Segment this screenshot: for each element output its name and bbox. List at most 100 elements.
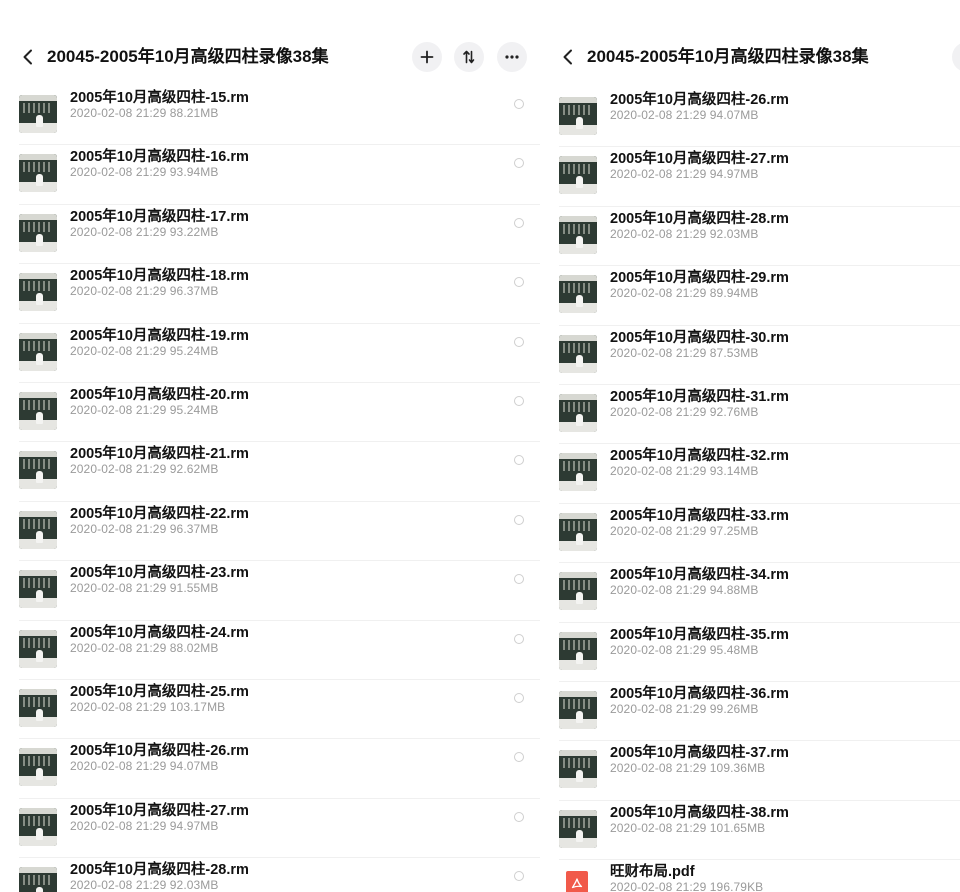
file-meta: 2020-02-08 21:29 92.62MB: [70, 462, 219, 477]
plus-icon: [420, 50, 434, 64]
file-meta: 2020-02-08 21:29 96.37MB: [70, 521, 219, 536]
video-thumbnail-icon: [19, 510, 57, 549]
list-item[interactable]: 2005年10月高级四柱-29.rm 2020-02-08 21:29 89.94…: [540, 266, 960, 326]
file-meta: 2020-02-08 21:29 93.14MB: [610, 464, 759, 479]
select-checkbox[interactable]: [514, 336, 524, 347]
file-meta: 2020-02-08 21:29 94.07MB: [610, 108, 759, 122]
list-item[interactable]: 2005年10月高级四柱-22.rm 2020-02-08 21:29 96.37…: [0, 502, 540, 562]
list-item[interactable]: 2005年10月高级四柱-26.rm 2020-02-08 21:29 94.07…: [0, 739, 540, 799]
file-name: 2005年10月高级四柱-34.rm: [610, 567, 789, 584]
more-button[interactable]: [497, 42, 527, 72]
video-thumbnail-icon: [19, 451, 57, 490]
add-button[interactable]: [952, 42, 960, 72]
file-name: 2005年10月高级四柱-19.rm: [70, 327, 249, 344]
list-item[interactable]: 2005年10月高级四柱-26.rm 2020-02-08 21:29 94.07…: [540, 88, 960, 148]
list-item[interactable]: 2005年10月高级四柱-18.rm 2020-02-08 21:29 96.37…: [0, 264, 540, 324]
list-item[interactable]: 2005年10月高级四柱-23.rm 2020-02-08 21:29 91.55…: [0, 561, 540, 621]
file-name: 2005年10月高级四柱-33.rm: [610, 507, 789, 524]
video-thumbnail-icon: [19, 867, 57, 892]
video-thumbnail-icon: [559, 334, 597, 373]
list-item[interactable]: 2005年10月高级四柱-38.rm 2020-02-08 21:29 101.6…: [540, 801, 960, 861]
file-name: 2005年10月高级四柱-15.rm: [70, 90, 249, 106]
file-meta: 2020-02-08 21:29 109.36MB: [610, 761, 766, 776]
select-checkbox[interactable]: [514, 99, 524, 109]
chevron-left-icon: [563, 49, 572, 65]
file-meta: 2020-02-08 21:29 95.48MB: [610, 642, 759, 657]
file-meta: 2020-02-08 21:29 94.97MB: [70, 818, 219, 833]
file-name: 2005年10月高级四柱-36.rm: [610, 685, 789, 702]
list-item[interactable]: 旺财布局.pdf 2020-02-08 21:29 196.79KB: [540, 860, 960, 892]
video-thumbnail-icon: [559, 631, 597, 670]
list-item[interactable]: 2005年10月高级四柱-33.rm 2020-02-08 21:29 97.25…: [540, 504, 960, 564]
file-meta: 2020-02-08 21:29 94.97MB: [610, 167, 759, 182]
file-name: 2005年10月高级四柱-21.rm: [70, 446, 249, 463]
sort-button[interactable]: [454, 42, 484, 72]
file-browser-left: 20045-2005年10月高级四柱录像38集 2005年10月高级四柱-15.…: [0, 0, 540, 892]
back-button[interactable]: [556, 44, 580, 70]
file-browser-right: 20045-2005年10月高级四柱录像38集 2005年10月高级四柱-26.…: [540, 0, 960, 892]
list-item[interactable]: 2005年10月高级四柱-24.rm 2020-02-08 21:29 88.02…: [0, 621, 540, 680]
list-item[interactable]: 2005年10月高级四柱-20.rm 2020-02-08 21:29 95.24…: [0, 383, 540, 443]
back-button[interactable]: [16, 44, 40, 70]
list-item[interactable]: 2005年10月高级四柱-16.rm 2020-02-08 21:29 93.94…: [0, 145, 540, 205]
top-bar: 20045-2005年10月高级四柱录像38集: [540, 0, 960, 84]
video-thumbnail-icon: [559, 453, 597, 492]
list-item[interactable]: 2005年10月高级四柱-36.rm 2020-02-08 21:29 99.26…: [540, 682, 960, 742]
more-horizontal-icon: [505, 55, 519, 59]
list-item[interactable]: 2005年10月高级四柱-21.rm 2020-02-08 21:29 92.62…: [0, 442, 540, 502]
select-checkbox[interactable]: [514, 514, 524, 525]
select-checkbox[interactable]: [514, 633, 524, 644]
file-name: 2005年10月高级四柱-31.rm: [610, 388, 789, 405]
chevron-left-icon: [23, 49, 32, 65]
select-checkbox[interactable]: [514, 158, 524, 169]
list-item[interactable]: 2005年10月高级四柱-28.rm 2020-02-08 21:29 92.03…: [0, 858, 540, 892]
file-meta: 2020-02-08 21:29 91.55MB: [70, 581, 219, 596]
video-thumbnail-icon: [19, 748, 57, 787]
select-checkbox[interactable]: [514, 692, 524, 703]
video-thumbnail-icon: [19, 391, 57, 430]
select-checkbox[interactable]: [514, 811, 524, 822]
folder-title: 20045-2005年10月高级四柱录像38集: [587, 47, 869, 66]
list-item[interactable]: 2005年10月高级四柱-19.rm 2020-02-08 21:29 95.24…: [0, 324, 540, 383]
video-thumbnail-icon: [19, 688, 57, 727]
file-meta: 2020-02-08 21:29 92.03MB: [70, 878, 219, 892]
list-item[interactable]: 2005年10月高级四柱-15.rm 2020-02-08 21:29 88.21…: [0, 86, 540, 146]
select-checkbox[interactable]: [514, 574, 524, 585]
video-thumbnail-icon: [19, 95, 57, 133]
select-checkbox[interactable]: [514, 871, 524, 882]
file-name: 2005年10月高级四柱-38.rm: [610, 804, 789, 821]
top-bar: 20045-2005年10月高级四柱录像38集: [0, 0, 540, 84]
file-meta: 2020-02-08 21:29 97.25MB: [610, 523, 759, 538]
video-thumbnail-icon: [559, 215, 597, 254]
list-item[interactable]: 2005年10月高级四柱-37.rm 2020-02-08 21:29 109.3…: [540, 741, 960, 801]
video-thumbnail-icon: [559, 750, 597, 789]
video-thumbnail-icon: [559, 572, 597, 611]
list-item[interactable]: 2005年10月高级四柱-30.rm 2020-02-08 21:29 87.53…: [540, 326, 960, 385]
add-button[interactable]: [412, 42, 442, 72]
list-item[interactable]: 2005年10月高级四柱-32.rm 2020-02-08 21:29 93.14…: [540, 444, 960, 504]
list-item[interactable]: 2005年10月高级四柱-27.rm 2020-02-08 21:29 94.97…: [540, 147, 960, 207]
file-meta: 2020-02-08 21:29 96.37MB: [70, 284, 219, 299]
list-item[interactable]: 2005年10月高级四柱-28.rm 2020-02-08 21:29 92.03…: [540, 207, 960, 267]
file-name: 2005年10月高级四柱-25.rm: [70, 683, 249, 700]
file-name: 2005年10月高级四柱-16.rm: [70, 149, 249, 166]
list-item[interactable]: 2005年10月高级四柱-17.rm 2020-02-08 21:29 93.22…: [0, 205, 540, 265]
folder-title: 20045-2005年10月高级四柱录像38集: [47, 47, 329, 66]
list-item[interactable]: 2005年10月高级四柱-31.rm 2020-02-08 21:29 92.76…: [540, 385, 960, 445]
list-item[interactable]: 2005年10月高级四柱-25.rm 2020-02-08 21:29 103.1…: [0, 680, 540, 740]
file-name: 2005年10月高级四柱-28.rm: [610, 210, 789, 227]
select-checkbox[interactable]: [514, 277, 524, 288]
select-checkbox[interactable]: [514, 455, 524, 466]
file-meta: 2020-02-08 21:29 87.53MB: [610, 345, 759, 360]
file-name: 2005年10月高级四柱-18.rm: [70, 268, 249, 285]
list-item[interactable]: 2005年10月高级四柱-35.rm 2020-02-08 21:29 95.48…: [540, 623, 960, 682]
file-meta: 2020-02-08 21:29 103.17MB: [70, 699, 226, 714]
select-checkbox[interactable]: [514, 217, 524, 228]
video-thumbnail-icon: [559, 97, 597, 135]
file-name: 2005年10月高级四柱-17.rm: [70, 208, 249, 225]
list-item[interactable]: 2005年10月高级四柱-34.rm 2020-02-08 21:29 94.88…: [540, 563, 960, 623]
list-item[interactable]: 2005年10月高级四柱-27.rm 2020-02-08 21:29 94.97…: [0, 799, 540, 859]
select-checkbox[interactable]: [514, 752, 524, 763]
select-checkbox[interactable]: [514, 395, 524, 406]
file-meta: 2020-02-08 21:29 93.94MB: [70, 165, 219, 180]
